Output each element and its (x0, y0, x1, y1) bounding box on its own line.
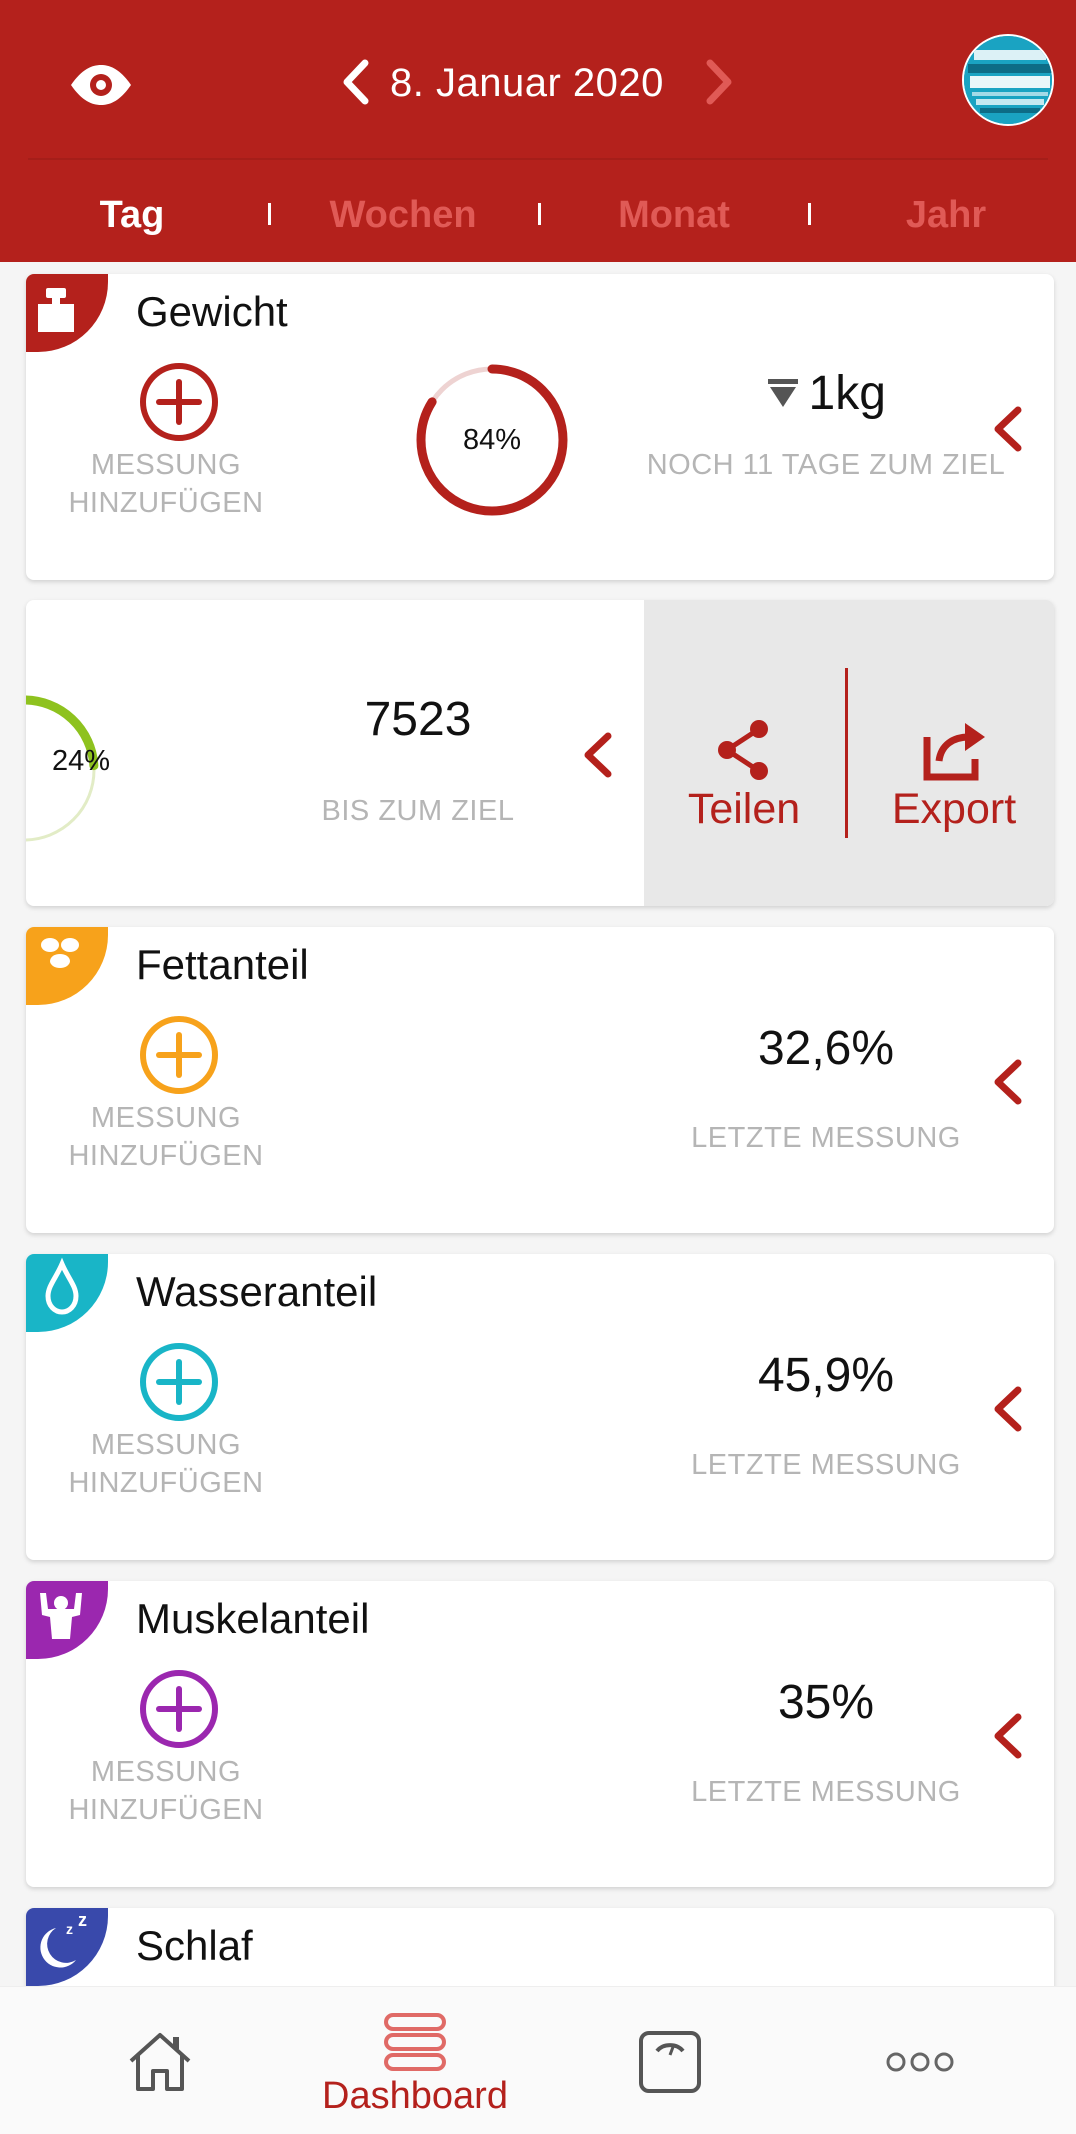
chevron-left-icon[interactable] (986, 1709, 1030, 1763)
share-button[interactable]: Teilen (644, 600, 844, 906)
water-value: 45,9% (757, 1349, 895, 1402)
steps-sub: BIS ZUM ZIEL (321, 795, 515, 827)
weight-sub: NOCH 11 TAGE ZUM ZIEL (646, 449, 1006, 481)
export-icon (923, 723, 985, 781)
chevron-left-icon[interactable] (335, 55, 375, 109)
weight-badge (26, 274, 108, 352)
export-label: Export (891, 785, 1017, 833)
home-icon (129, 2033, 191, 2091)
add-measurement-label: MESSUNG HINZUFÜGEN (68, 449, 264, 519)
chevron-left-icon[interactable] (986, 1382, 1030, 1436)
add-measurement-button[interactable] (139, 1015, 219, 1095)
steps-progress-percent: 24% (51, 745, 111, 777)
svg-text:z: z (66, 1921, 73, 1937)
chevron-left-icon[interactable] (576, 728, 620, 782)
current-date: 8. Januar 2020 (390, 61, 664, 105)
share-icon (718, 720, 768, 780)
water-badge (26, 1254, 108, 1332)
tab-weeks[interactable]: Wochen (273, 175, 533, 255)
weight-remaining: 1kg (808, 367, 886, 420)
weight-progress-ring: 84% (414, 362, 570, 518)
nav-home[interactable] (100, 1987, 220, 2134)
add-measurement-button[interactable] (139, 362, 219, 442)
tab-month[interactable]: Monat (544, 175, 804, 255)
user-avatar[interactable] (962, 34, 1054, 126)
add-measurement-label: MESSUNG HINZUFÜGEN (68, 1756, 264, 1826)
tab-year[interactable]: Jahr (816, 175, 1076, 255)
sleep-badge: z z (26, 1908, 108, 1986)
tab-day[interactable]: Tag (2, 175, 262, 255)
fat-card[interactable]: Fettanteil MESSUNG HINZUFÜGEN 32,6% LETZ… (26, 927, 1054, 1233)
tab-separator (538, 203, 541, 225)
card-title: Schlaf (136, 1922, 253, 1969)
chevron-left-icon[interactable] (986, 1055, 1030, 1109)
goal-down-icon (768, 378, 799, 407)
card-title: Fettanteil (136, 941, 309, 988)
steps-card[interactable]: 24% 7523 BIS ZUM ZIEL Teilen Export (26, 600, 1054, 906)
date-bar: 8. Januar 2020 (0, 0, 1076, 160)
share-label: Teilen (687, 785, 801, 833)
add-measurement-button[interactable] (139, 1669, 219, 1749)
water-card[interactable]: Wasseranteil MESSUNG HINZUFÜGEN 45,9% LE… (26, 1254, 1054, 1560)
tab-separator (268, 203, 271, 225)
card-title: Wasseranteil (136, 1268, 378, 1315)
svg-text:z: z (78, 1910, 87, 1930)
add-measurement-label: MESSUNG HINZUFÜGEN (68, 1429, 264, 1499)
more-icon (886, 2052, 954, 2072)
muscle-icon (40, 1593, 82, 1639)
export-button[interactable]: Export (854, 600, 1054, 906)
fat-value: 32,6% (757, 1022, 895, 1075)
water-drop-icon (45, 1257, 79, 1315)
last-measurement-label: LETZTE MESSUNG (691, 1776, 961, 1808)
nav-more[interactable] (870, 1987, 970, 2134)
muscle-card[interactable]: Muskelanteil MESSUNG HINZUFÜGEN 35% LETZ… (26, 1581, 1054, 1887)
nav-dashboard-label: Dashboard (322, 2075, 508, 2117)
muscle-value: 35% (777, 1676, 875, 1729)
card-title: Gewicht (136, 288, 288, 335)
steps-value: 7523 (364, 693, 472, 746)
tab-separator (808, 203, 811, 225)
dashboard-icon (384, 2013, 446, 2071)
last-measurement-label: LETZTE MESSUNG (691, 1449, 961, 1481)
muscle-badge (26, 1581, 108, 1659)
fat-badge (26, 927, 108, 1005)
chevron-left-icon[interactable] (986, 402, 1030, 456)
swipe-actions: Teilen Export (644, 600, 1054, 906)
add-measurement-label: MESSUNG HINZUFÜGEN (68, 1102, 264, 1172)
eye-icon[interactable] (68, 52, 134, 118)
last-measurement-label: LETZTE MESSUNG (691, 1122, 961, 1154)
progress-percent: 84% (462, 423, 522, 456)
fat-icon (41, 938, 79, 968)
sleep-moon-icon: z z (40, 1910, 87, 1968)
app-header: 8. Januar 2020 Tag Wochen Monat Jahr (0, 0, 1076, 262)
add-measurement-button[interactable] (139, 1342, 219, 1422)
nav-dashboard[interactable]: Dashboard (300, 1987, 530, 2134)
header-divider (28, 158, 1048, 160)
chevron-right-icon[interactable] (700, 55, 740, 109)
weight-icon (38, 288, 74, 332)
period-tabs: Tag Wochen Monat Jahr (0, 175, 1076, 255)
weight-card[interactable]: Gewicht MESSUNG HINZUFÜGEN 84% 1kg NOCH … (26, 274, 1054, 580)
card-title: Muskelanteil (136, 1595, 370, 1642)
weight-goal-row: 1kg (626, 366, 1026, 426)
scale-icon (639, 2031, 701, 2093)
actions-divider (845, 668, 848, 838)
nav-scale[interactable] (620, 1987, 720, 2134)
bottom-navigation: Dashboard (0, 1986, 1076, 2134)
